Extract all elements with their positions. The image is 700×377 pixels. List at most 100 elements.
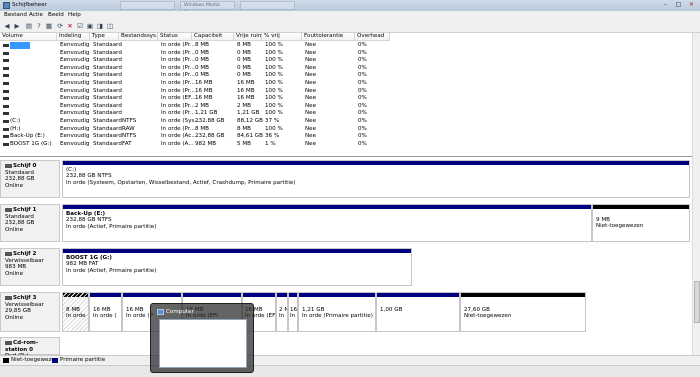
partition-status: In	[279, 313, 285, 320]
unallocated-partition[interactable]: 27,60 GB Niet-toegewezen	[460, 292, 586, 332]
refresh-icon[interactable]: ⟳	[56, 22, 64, 30]
table-cell: 16 MB	[195, 87, 213, 94]
partition[interactable]: Back-Up (E:) 232,88 GB NTFS In orde (Actie…	[62, 204, 592, 242]
table-row[interactable]: Eenvoudig Standaard In orde (Pr... 8 MB 8 MB…	[0, 42, 692, 49]
scrollbar-thumb[interactable]	[694, 281, 700, 323]
volume-icon	[3, 89, 9, 93]
partition[interactable]: BOOST 1G (G:) 982 MB FAT In orde (Actief, …	[62, 248, 412, 286]
column-header[interactable]: Overhead	[355, 33, 390, 41]
table-cell: Standaard	[93, 125, 122, 132]
partition-size: 1,00 GB	[380, 307, 403, 313]
table-cell: 982 MB	[195, 140, 217, 147]
table-cell: Nee	[305, 64, 317, 71]
table-cell: In orde (Pr...	[161, 125, 195, 132]
column-header[interactable]: Vrije ruim...	[234, 33, 262, 41]
menu-bestand[interactable]: Bestand	[4, 12, 27, 18]
close-icon[interactable]: ✕	[686, 1, 697, 9]
table-cell: 0%	[358, 57, 367, 64]
table-cell: In orde (Pr...	[161, 87, 195, 94]
table-cell: 88,12 GB	[237, 118, 263, 124]
folder-icon[interactable]: ▣	[86, 22, 94, 30]
back-icon[interactable]: ◀	[3, 22, 11, 30]
table-row[interactable]: Eenvoudig Standaard In orde (Pr... 0 MB 0 MB…	[0, 50, 692, 57]
column-header[interactable]: Status	[158, 33, 192, 41]
table-cell: 0%	[358, 95, 367, 102]
partition[interactable]: (C:) 232,88 GB NTFS In orde (Systeem, Opst…	[62, 160, 690, 198]
volume-icon	[3, 82, 9, 85]
table-row[interactable]: Eenvoudig Standaard In orde (Pr... 0 MB 0 MB…	[0, 65, 692, 72]
table-cell: 0%	[358, 49, 367, 56]
partition[interactable]: 2 N In	[276, 292, 288, 332]
table-cell: 100 %	[265, 64, 283, 71]
table-cell: Eenvoudig	[60, 102, 90, 109]
partition[interactable]: 16 In	[288, 292, 298, 332]
disk-label[interactable]: Schijf 1 Standaard 232,88 GB Online	[0, 204, 60, 242]
table-row[interactable]: Eenvoudig Standaard In orde (EF... 16 MB 16 …	[0, 95, 692, 102]
partition[interactable]: 1,21 GB In orde (Primaire partitie)	[298, 292, 376, 332]
table-row[interactable]: Eenvoudig Standaard In orde (Pr... 0 MB 0 MB…	[0, 57, 692, 64]
table-cell: Nee	[305, 80, 317, 86]
disk-label[interactable]: Schijf 0 Standaard 232,88 GB Online	[0, 160, 60, 198]
disk-icon	[5, 163, 12, 168]
table-cell: Nee	[305, 102, 317, 109]
maximize-icon[interactable]: □	[673, 1, 684, 9]
table-row[interactable]: Eenvoudig Standaard In orde (Pr... 2 MB 2 MB…	[0, 103, 692, 110]
table-row[interactable]: Eenvoudig Standaard In orde (Pr... 16 MB 16 …	[0, 88, 692, 95]
table-cell: Nee	[305, 118, 317, 124]
column-header[interactable]: % vrij	[262, 33, 302, 41]
vertical-scrollbar[interactable]	[692, 33, 700, 355]
volume-icon	[3, 59, 9, 63]
table-row[interactable]: (H:) Eenvoudig Standaard RAW In orde (Pr... 8…	[0, 126, 692, 133]
column-header[interactable]: Fouttolerantie	[302, 33, 355, 41]
disk-label[interactable]: Cd-rom-station 0 Dvd (D:)	[0, 337, 60, 359]
table-row[interactable]: Eenvoudig Standaard In orde (Pr... 0 MB 0 MB…	[0, 72, 692, 79]
disk-label[interactable]: Schijf 3 Verwisselbaar 29,85 GB Online	[0, 292, 60, 332]
unallocated-partition[interactable]: 9 MB Niet-toegewezen	[592, 204, 690, 242]
table-cell: Nee	[305, 133, 317, 140]
table-row[interactable]: Back-Up (E:) Eenvoudig Standaard NTFS In ord…	[0, 133, 692, 140]
properties-icon[interactable]: ◨	[96, 22, 104, 30]
partition[interactable]: 1,00 GB	[376, 292, 460, 332]
column-header[interactable]: Bestandssys...	[119, 33, 158, 41]
properties-icon[interactable]: ☑	[76, 22, 84, 30]
column-header[interactable]: Capaciteit	[192, 33, 234, 41]
table-cell: 0 MB	[195, 49, 210, 56]
volume-icon	[3, 104, 9, 108]
table-cell: Eenvoudig	[60, 110, 90, 117]
table-cell: 16 MB	[195, 95, 213, 102]
disk-label[interactable]: Schijf 2 Verwisselbaar 983 MB Online	[0, 248, 60, 286]
rescan-icon[interactable]: ◫	[106, 22, 114, 30]
table-cell: In orde (Pr...	[161, 110, 195, 117]
table-row[interactable]: (C:) Eenvoudig Standaard NTFS In orde (Sys..…	[0, 118, 692, 125]
window-title: Schijfbeheer	[12, 2, 47, 8]
table-cell: 0%	[358, 125, 367, 132]
table-row[interactable]: Eenvoudig Standaard In orde (Pr... 16 MB 16 …	[0, 80, 692, 87]
table-row[interactable]: Eenvoudig Standaard In orde (Pr... 1,21 GB 1…	[0, 110, 692, 117]
column-header[interactable]: Volume	[0, 33, 57, 41]
menu-actie[interactable]: Actie	[29, 12, 43, 18]
table-cell: In orde (A...	[161, 140, 194, 147]
volume-list[interactable]: Volume Indeling Type Bestandssys... Stat…	[0, 33, 692, 154]
table-cell: 100 %	[265, 110, 283, 117]
menu-help[interactable]: Help	[68, 12, 81, 18]
grid-icon[interactable]: ▦	[45, 22, 53, 30]
table-row[interactable]: BOOST 1G (G:) Eenvoudig Standaard FAT In ord…	[0, 141, 692, 148]
table-cell: Standaard	[93, 64, 122, 71]
delete-icon[interactable]: ✕	[66, 22, 74, 30]
column-header[interactable]: Indeling	[57, 33, 90, 41]
help-icon[interactable]: ?	[35, 22, 43, 30]
disk-state: Online	[5, 226, 24, 233]
column-header[interactable]: Type	[90, 33, 119, 41]
table-cell	[10, 42, 30, 49]
preview-thumbnail[interactable]	[159, 319, 247, 368]
table-cell: 232,88 GB	[195, 133, 225, 140]
partition[interactable]: 16 MB In orde (	[89, 292, 122, 332]
taskbar-preview[interactable]: Computer	[150, 303, 254, 373]
menu-beeld[interactable]: Beeld	[48, 12, 64, 18]
list-view-icon[interactable]: ▤	[25, 22, 33, 30]
table-cell: 2 MB	[237, 102, 252, 109]
partition[interactable]: 8 MB In orde (	[62, 292, 89, 332]
menu-bar: Bestand Actie Beeld Help	[0, 11, 700, 20]
minimize-icon[interactable]: –	[660, 1, 671, 9]
forward-icon[interactable]: ▶	[13, 22, 21, 30]
